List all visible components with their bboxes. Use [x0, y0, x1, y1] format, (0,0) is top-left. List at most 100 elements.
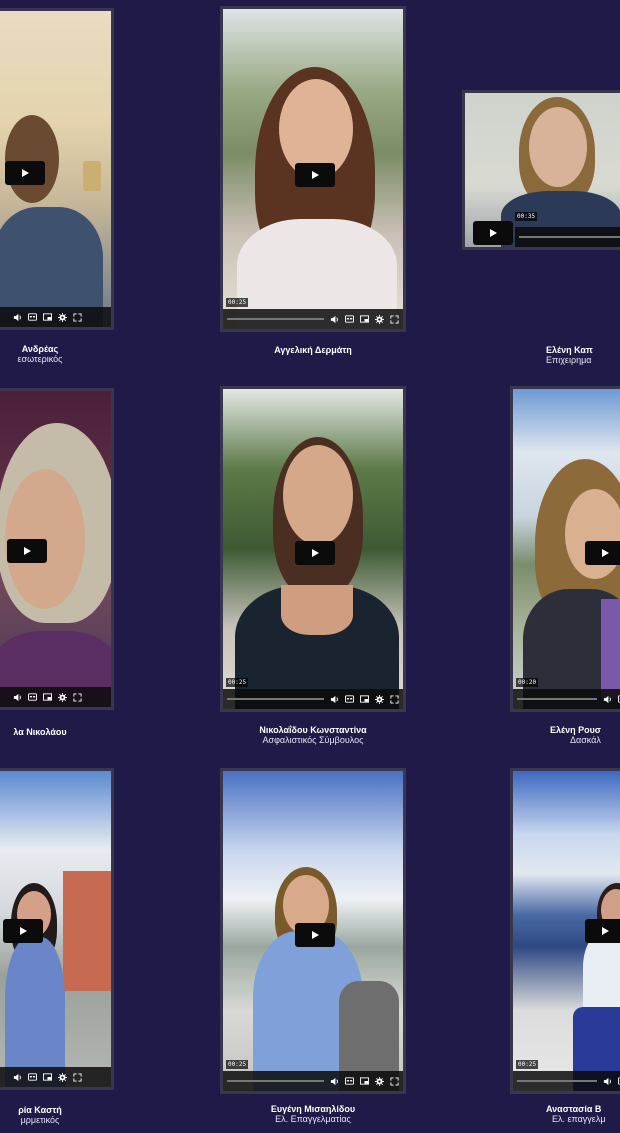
play-button[interactable] — [585, 541, 620, 565]
video-caption: Ελένη Ρουσ Δασκάλ — [550, 725, 620, 746]
play-button[interactable] — [295, 923, 335, 947]
video-testimonials-page: Ανδρέας εσωτερικός 00:25 Αγγελική Δερμάτ… — [0, 0, 620, 1133]
video-player[interactable]: 00:25 — [220, 6, 406, 332]
volume-icon[interactable] — [12, 312, 22, 322]
play-icon — [602, 927, 609, 935]
picture-in-picture-icon[interactable] — [359, 1076, 369, 1086]
volume-icon[interactable] — [329, 694, 339, 704]
video-card: 00:35 Ελένη Καπ Επιχειρημα — [462, 0, 620, 380]
play-button[interactable] — [295, 541, 335, 565]
video-controls — [515, 227, 620, 247]
video-player[interactable]: 00:35 — [462, 90, 620, 250]
fullscreen-icon[interactable] — [72, 692, 82, 702]
video-card: 00:25 Αγγελική Δερμάτη — [220, 0, 406, 380]
video-controls — [223, 689, 403, 709]
progress-bar[interactable] — [227, 698, 324, 700]
volume-icon[interactable] — [602, 1076, 612, 1086]
video-duration: 00:25 — [226, 1060, 249, 1069]
progress-bar[interactable] — [0, 696, 7, 698]
settings-gear-icon[interactable] — [57, 312, 67, 322]
captions-icon[interactable] — [27, 312, 37, 322]
person-role: Επιχειρημα — [546, 354, 592, 365]
play-button[interactable] — [473, 221, 513, 245]
video-caption: Ευγένη Μισαηλίδου Ελ. Επαγγελματίας — [210, 1104, 416, 1125]
picture-in-picture-icon[interactable] — [359, 694, 369, 704]
person-role: εσωτερικός — [17, 353, 63, 364]
video-caption: Αγγελική Δερμάτη — [210, 345, 416, 356]
play-button[interactable] — [585, 919, 620, 943]
fullscreen-icon[interactable] — [72, 1072, 82, 1082]
captions-icon[interactable] — [27, 692, 37, 702]
picture-in-picture-icon[interactable] — [42, 692, 52, 702]
fullscreen-icon[interactable] — [389, 1076, 399, 1086]
captions-icon[interactable] — [27, 1072, 37, 1082]
video-player[interactable] — [0, 768, 114, 1090]
progress-bar[interactable] — [0, 1076, 7, 1078]
video-caption: Ελένη Καπ Επιχειρημα — [546, 345, 620, 366]
volume-icon[interactable] — [329, 1076, 339, 1086]
settings-gear-icon[interactable] — [57, 1072, 67, 1082]
person-role: Ελ. επαγγελμ — [552, 1113, 606, 1124]
volume-icon[interactable] — [12, 1072, 22, 1082]
picture-in-picture-icon[interactable] — [42, 312, 52, 322]
video-card: ρία Καστή μρμετικός — [0, 760, 120, 1133]
progress-bar[interactable] — [519, 236, 620, 238]
settings-gear-icon[interactable] — [374, 314, 384, 324]
picture-in-picture-icon[interactable] — [359, 314, 369, 324]
person-role: Ασφαλιστικός Σύμβουλος — [262, 734, 364, 745]
settings-gear-icon[interactable] — [57, 692, 67, 702]
volume-icon[interactable] — [329, 314, 339, 324]
person-role: μρμετικός — [20, 1114, 60, 1125]
play-icon — [490, 229, 497, 237]
video-player[interactable]: 00:25 — [220, 386, 406, 712]
video-card: 00:20 Ελένη Ρουσ Δασκάλ — [510, 380, 620, 760]
progress-bar[interactable] — [227, 318, 324, 320]
video-player[interactable]: 00:25 — [220, 768, 406, 1094]
video-duration: 00:25 — [226, 678, 249, 687]
progress-bar[interactable] — [227, 1080, 324, 1082]
progress-bar[interactable] — [517, 1080, 597, 1082]
video-caption: λα Νικολάου — [0, 727, 110, 738]
play-icon — [312, 931, 319, 939]
video-player[interactable]: 00:25 — [510, 768, 620, 1094]
play-icon — [312, 549, 319, 557]
video-player[interactable] — [0, 388, 114, 710]
video-controls — [0, 307, 111, 327]
play-button[interactable] — [295, 163, 335, 187]
progress-bar[interactable] — [0, 316, 7, 318]
fullscreen-icon[interactable] — [72, 312, 82, 322]
volume-icon[interactable] — [602, 694, 612, 704]
captions-icon[interactable] — [344, 694, 354, 704]
play-button[interactable] — [5, 161, 45, 185]
video-controls — [513, 1071, 620, 1091]
person-name: λα Νικολάου — [13, 727, 67, 737]
video-card: 00:25 Ευγένη Μισαηλίδου Ελ. Επαγγελματία… — [220, 760, 406, 1133]
video-card: Ανδρέας εσωτερικός — [0, 0, 120, 380]
settings-gear-icon[interactable] — [374, 694, 384, 704]
video-card: λα Νικολάου — [0, 380, 120, 760]
video-caption: Αναστασία Β Ελ. επαγγελμ — [546, 1104, 620, 1125]
settings-gear-icon[interactable] — [374, 1076, 384, 1086]
person-role: Ελ. Επαγγελματίας — [275, 1113, 351, 1124]
video-card: 00:25 Νικολαΐδου Κωνσταντίνα Ασφαλιστικό… — [220, 380, 406, 760]
video-controls — [0, 1067, 111, 1087]
video-duration: 00:25 — [226, 298, 249, 307]
fullscreen-icon[interactable] — [389, 694, 399, 704]
play-icon — [24, 547, 31, 555]
progress-bar[interactable] — [517, 698, 597, 700]
play-button[interactable] — [7, 539, 47, 563]
picture-in-picture-icon[interactable] — [42, 1072, 52, 1082]
video-player[interactable] — [0, 8, 114, 330]
captions-icon[interactable] — [344, 1076, 354, 1086]
video-controls — [223, 309, 403, 329]
volume-icon[interactable] — [12, 692, 22, 702]
play-button[interactable] — [3, 919, 43, 943]
fullscreen-icon[interactable] — [389, 314, 399, 324]
person-role: Δασκάλ — [570, 734, 601, 745]
video-duration: 00:35 — [515, 212, 538, 221]
play-icon — [602, 549, 609, 557]
video-player[interactable]: 00:20 — [510, 386, 620, 712]
captions-icon[interactable] — [344, 314, 354, 324]
video-controls — [513, 689, 620, 709]
video-duration: 00:20 — [516, 678, 539, 687]
